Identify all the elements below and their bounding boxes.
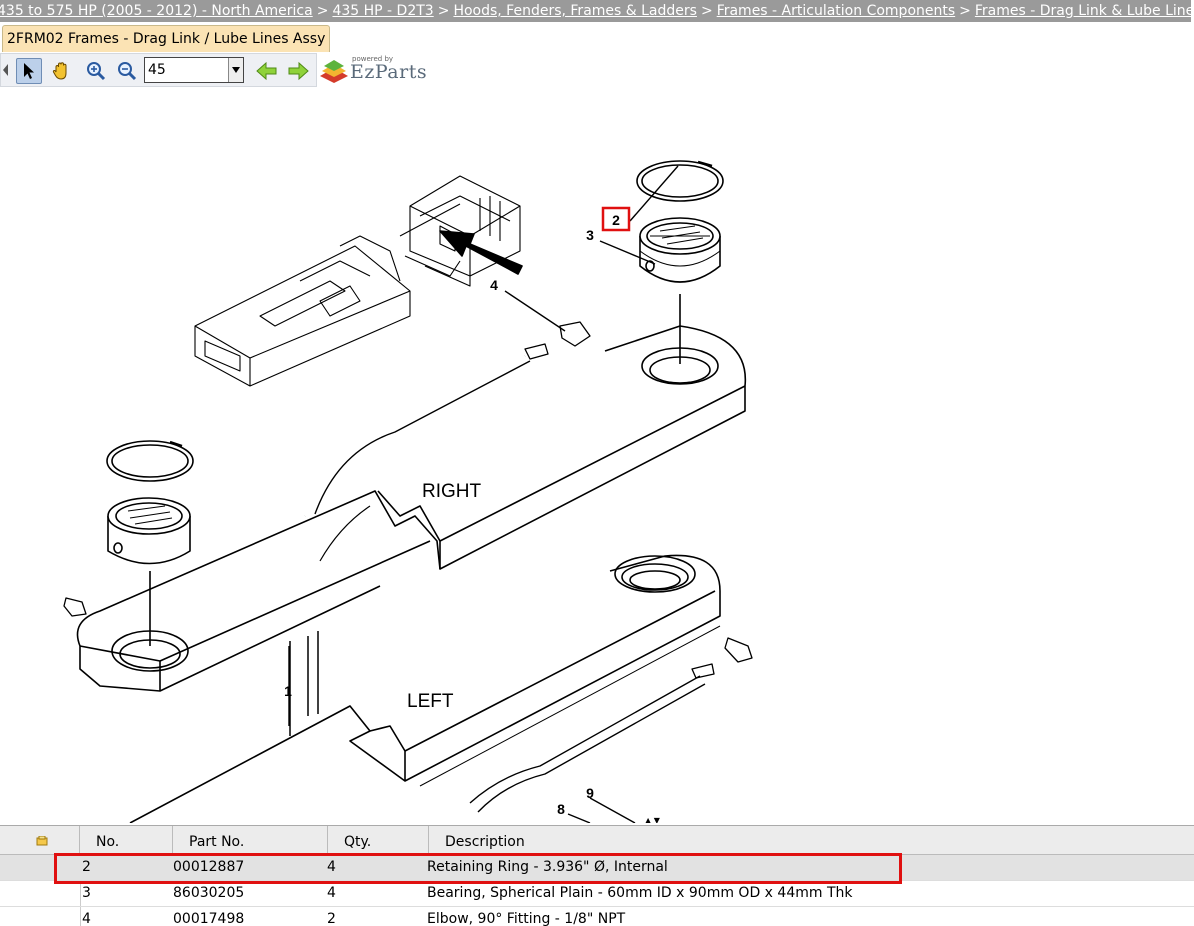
breadcrumb-separator: > bbox=[437, 3, 450, 19]
zoom-out-icon bbox=[118, 62, 137, 81]
zoom-in-icon bbox=[87, 62, 106, 81]
right-arm-label: RIGHT bbox=[422, 481, 482, 502]
zoom-level-select[interactable]: 45 bbox=[144, 57, 244, 83]
back-arrow-icon bbox=[256, 61, 277, 81]
ezparts-logo-icon bbox=[320, 60, 348, 83]
left-drag-link-arm[interactable] bbox=[129, 554, 721, 823]
row-part-no: 86030205 bbox=[173, 885, 245, 901]
column-part-no[interactable]: Part No. bbox=[173, 826, 328, 854]
zoom-out-button[interactable] bbox=[114, 58, 140, 84]
parts-diagram[interactable]: 2 3 4 1 8 9 RIGHT LEFT ▲ ▼ bbox=[0, 86, 1194, 823]
retaining-ring-left[interactable] bbox=[106, 440, 194, 482]
table-row[interactable]: 3 86030205 4 Bearing, Spherical Plain - … bbox=[0, 881, 1194, 907]
left-arm-label: LEFT bbox=[407, 691, 454, 712]
callout-2[interactable]: 2 bbox=[612, 212, 620, 228]
tab-assembly[interactable]: 2FRM02 Frames - Drag Link / Lube Lines A… bbox=[2, 25, 331, 53]
cart-icon bbox=[36, 835, 48, 846]
breadcrumb-item[interactable]: Hoods, Fenders, Frames & Ladders bbox=[453, 3, 697, 19]
scroll-left-icon[interactable] bbox=[3, 64, 8, 76]
pan-button[interactable] bbox=[48, 58, 74, 84]
bearing-left[interactable] bbox=[107, 497, 191, 565]
table-row[interactable]: 4 00017498 2 Elbow, 90° Fitting - 1/8" N… bbox=[0, 907, 1194, 926]
back-button[interactable] bbox=[254, 58, 280, 84]
callout-1[interactable]: 1 bbox=[284, 683, 292, 699]
parts-table-header: No. Part No. Qty. Description bbox=[0, 826, 1194, 855]
chevron-down-icon[interactable] bbox=[228, 58, 243, 82]
select-arrow-icon bbox=[24, 63, 34, 79]
lube-hose-lower[interactable] bbox=[469, 675, 701, 804]
forward-button[interactable] bbox=[285, 58, 311, 84]
parts-table: No. Part No. Qty. Description 2 00012887… bbox=[0, 825, 1194, 926]
column-cart[interactable] bbox=[0, 826, 80, 854]
zoom-level-value: 45 bbox=[148, 62, 166, 78]
row-qty: 4 bbox=[327, 885, 336, 901]
row-no: 4 bbox=[82, 911, 91, 926]
row-description: Elbow, 90° Fitting - 1/8" NPT bbox=[427, 911, 626, 926]
selected-row-highlight bbox=[54, 853, 902, 884]
zoom-in-button[interactable] bbox=[83, 58, 109, 84]
breadcrumb-item[interactable]: 435 to 575 HP (2005 - 2012) - North Amer… bbox=[0, 3, 313, 19]
elbow-fitting-left[interactable] bbox=[691, 637, 753, 679]
row-part-no: 00017498 bbox=[173, 911, 245, 926]
callout-8[interactable]: 8 bbox=[557, 801, 565, 817]
side-grease-fitting[interactable] bbox=[63, 597, 87, 617]
lube-hose-upper[interactable] bbox=[304, 355, 526, 517]
breadcrumb-separator: > bbox=[316, 3, 329, 19]
pan-hand-icon bbox=[52, 62, 67, 80]
machine-overview-illustration bbox=[194, 175, 521, 387]
forward-arrow-icon bbox=[288, 61, 309, 81]
logo-brand-text: EzParts bbox=[350, 61, 428, 83]
exploded-view-drawing[interactable]: 2 3 4 1 8 9 RIGHT LEFT bbox=[0, 86, 1194, 823]
row-no: 3 bbox=[82, 885, 91, 901]
retaining-ring-top[interactable] bbox=[636, 160, 724, 202]
column-qty[interactable]: Qty. bbox=[328, 826, 429, 854]
breadcrumb-item[interactable]: 435 HP - D2T3 bbox=[332, 3, 433, 19]
tab-bar: 2FRM02 Frames - Drag Link / Lube Lines A… bbox=[0, 22, 1194, 53]
ezparts-logo: powered by EzParts bbox=[318, 55, 438, 85]
callout-3[interactable]: 3 bbox=[586, 227, 594, 243]
select-arrow-button[interactable] bbox=[16, 58, 42, 84]
breadcrumb-item[interactable]: Frames - Drag Link & Lube Lines bbox=[975, 3, 1191, 19]
breadcrumb-separator: > bbox=[700, 3, 713, 19]
toolbar-strip: 45 bbox=[0, 53, 317, 87]
callout-9[interactable]: 9 bbox=[586, 785, 594, 801]
row-qty: 2 bbox=[327, 911, 336, 926]
elbow-fitting-right[interactable] bbox=[524, 321, 591, 360]
breadcrumb-item[interactable]: Frames - Articulation Components bbox=[717, 3, 955, 19]
callout-4[interactable]: 4 bbox=[490, 277, 498, 293]
column-description[interactable]: Description bbox=[429, 826, 1194, 854]
row-description: Bearing, Spherical Plain - 60mm ID x 90m… bbox=[427, 885, 853, 901]
viewer-toolbar: 45 powered by EzParts bbox=[0, 52, 1194, 87]
splitter-handle-icon[interactable]: ▲ ▼ bbox=[645, 817, 660, 824]
breadcrumb-separator: > bbox=[959, 3, 971, 19]
column-no[interactable]: No. bbox=[80, 826, 173, 854]
bearing-top[interactable] bbox=[639, 217, 721, 283]
breadcrumb: 435 to 575 HP (2005 - 2012) - North Amer… bbox=[0, 0, 1191, 22]
